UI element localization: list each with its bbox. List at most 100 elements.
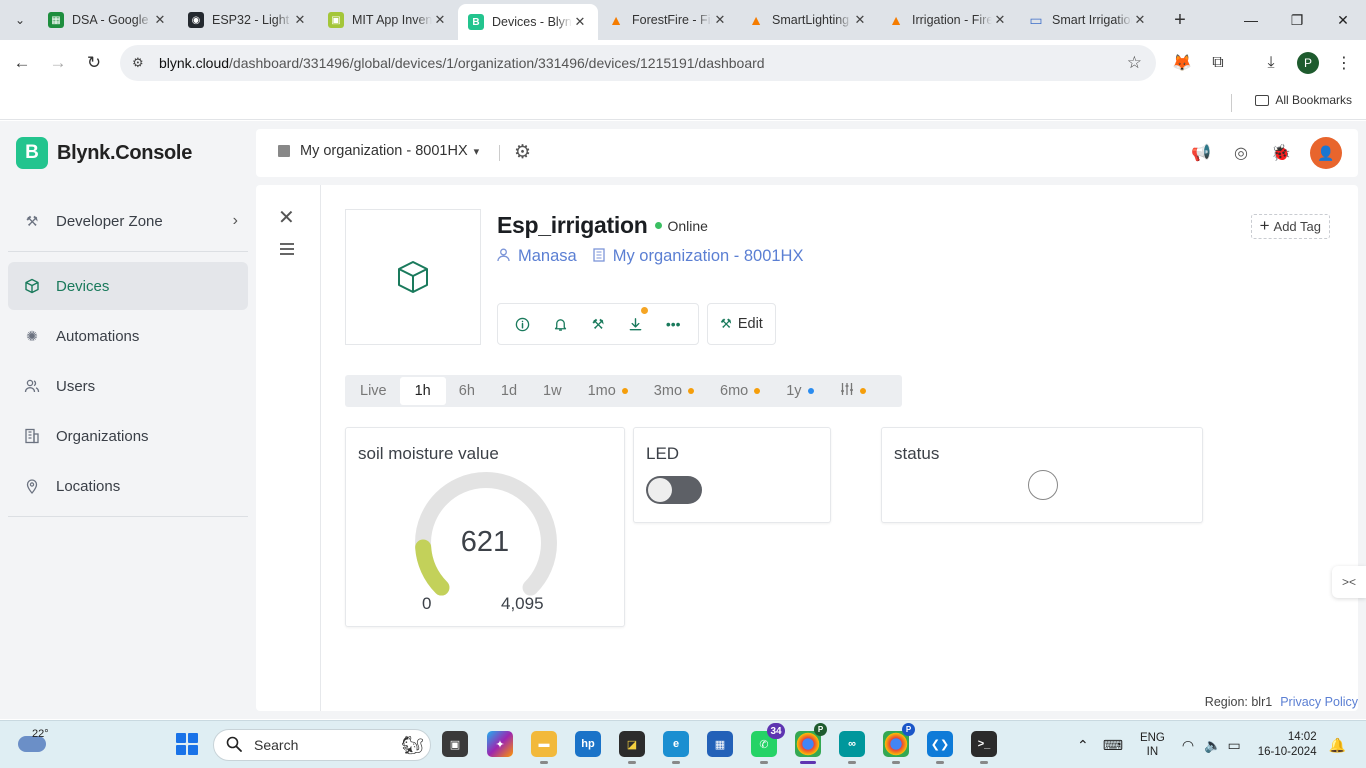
tools-icon[interactable]: ⚒ — [586, 312, 610, 336]
time-range-1y[interactable]: 1y — [773, 377, 826, 405]
sticky-notes-icon[interactable]: ◪ — [619, 731, 645, 764]
clock[interactable]: 14:02 16-10-2024 — [1258, 730, 1317, 760]
time-range-live[interactable]: Live — [347, 377, 400, 405]
sidebar-item-locations[interactable]: Locations — [8, 462, 248, 510]
battery-icon[interactable]: ▭ — [1228, 737, 1241, 754]
close-tab-icon[interactable]: ✕ — [432, 12, 448, 28]
all-bookmarks-button[interactable]: All Bookmarks — [1255, 93, 1352, 107]
organization-link[interactable]: My organization - 8001HX — [593, 247, 803, 266]
settings-icon[interactable]: ⚙ — [514, 141, 531, 164]
announcements-icon[interactable]: 📢 — [1190, 142, 1212, 164]
arduino-icon[interactable]: ∞ — [839, 731, 865, 764]
browser-tab[interactable]: ▣ MIT App Inventor ✕ — [318, 4, 458, 36]
profile-avatar[interactable]: P — [1297, 52, 1319, 74]
sidebar-item-automations[interactable]: ✺ Automations — [8, 312, 248, 360]
volume-icon[interactable]: 🔈 — [1204, 737, 1221, 754]
copilot-icon[interactable]: ✦ — [487, 731, 513, 757]
bell-icon[interactable] — [548, 312, 572, 336]
close-icon[interactable]: ✕ — [278, 205, 295, 230]
back-icon[interactable]: ← — [10, 51, 34, 75]
language-code: ENG — [1139, 732, 1165, 744]
restore-icon[interactable]: ❐ — [1274, 0, 1320, 40]
time-range-6mo[interactable]: 6mo — [707, 377, 773, 405]
close-tab-icon[interactable]: ✕ — [572, 14, 588, 30]
gauge-widget[interactable]: soil moisture value 621 0 4,095 — [345, 427, 625, 627]
download-icon[interactable] — [624, 307, 648, 336]
led-toggle[interactable] — [646, 476, 702, 504]
time-range-1d[interactable]: 1d — [488, 377, 530, 405]
wifi-icon[interactable]: ◠ — [1182, 737, 1194, 754]
close-tab-icon[interactable]: ✕ — [992, 12, 1008, 28]
extensions-icon[interactable]: ⧉ — [1206, 51, 1230, 75]
help-icon[interactable]: ◎ — [1230, 142, 1252, 164]
language-indicator[interactable]: ENG IN — [1140, 731, 1165, 759]
time-range-1h[interactable]: 1h — [399, 377, 446, 405]
notification-bell-icon[interactable]: 🔔 — [1329, 737, 1346, 754]
browser-tab[interactable]: ◉ ESP32 - Light ✕ — [178, 4, 318, 36]
custom-range-button[interactable] — [827, 377, 879, 405]
owner-link[interactable]: Manasa — [497, 247, 577, 266]
minimize-icon[interactable]: — — [1228, 0, 1274, 40]
time-range-6h[interactable]: 6h — [446, 377, 488, 405]
close-tab-icon[interactable]: ✕ — [152, 12, 168, 28]
info-icon[interactable] — [511, 312, 535, 336]
menu-icon[interactable] — [280, 243, 294, 258]
chrome-icon[interactable]: P — [795, 723, 827, 764]
user-avatar[interactable]: 👤 — [1310, 137, 1342, 169]
address-bar[interactable]: ⚙ blynk.cloud/dashboard/331496/global/de… — [120, 45, 1156, 81]
bookmark-star-icon[interactable]: ☆ — [1127, 53, 1142, 73]
time-range-1w[interactable]: 1w — [530, 377, 575, 405]
close-tab-icon[interactable]: ✕ — [712, 12, 728, 28]
forward-icon[interactable]: → — [46, 51, 70, 75]
browser-tab[interactable]: ▭ Smart Irrigation ✕ — [1018, 4, 1158, 36]
browser-tab-active[interactable]: B Devices - Blynk ✕ — [458, 4, 598, 40]
tab-search-button[interactable]: ⌄ — [8, 8, 32, 32]
close-window-icon[interactable]: ✕ — [1320, 0, 1366, 40]
sidebar-item-devices[interactable]: Devices — [8, 262, 248, 310]
bug-report-icon[interactable]: 🐞 — [1270, 142, 1292, 164]
sidebar-item-organizations[interactable]: Organizations — [8, 412, 248, 460]
edit-button[interactable]: ⚒ Edit — [707, 303, 776, 345]
weather-widget[interactable]: 22° — [18, 728, 49, 758]
close-tab-icon[interactable]: ✕ — [292, 12, 308, 28]
edge-icon[interactable]: e — [663, 731, 689, 764]
collapse-panel-button[interactable]: >< — [1332, 566, 1366, 598]
sidebar-item-users[interactable]: Users — [8, 362, 248, 410]
browser-tab[interactable]: ▲ ForestFire - Firebase ✕ — [598, 4, 738, 36]
add-tag-button[interactable]: + Add Tag — [1250, 214, 1330, 239]
browser-tab[interactable]: ▲ Irrigation - Firebase ✕ — [878, 4, 1018, 36]
keyboard-icon[interactable]: ⌨ — [1103, 737, 1123, 754]
organization-selector[interactable]: My organization - 8001HX ▾ — [278, 143, 479, 159]
gauge-value: 621 — [460, 526, 510, 558]
more-icon[interactable]: ••• — [661, 312, 685, 336]
new-tab-button[interactable]: + — [1166, 6, 1194, 34]
sheets-icon: ▦ — [48, 12, 64, 28]
privacy-policy-link[interactable]: Privacy Policy — [1280, 695, 1358, 709]
terminal-icon[interactable]: >_ — [971, 731, 997, 764]
download-icon[interactable]: ⤓ — [1259, 51, 1283, 75]
browser-menu-icon[interactable]: ⋮ — [1332, 51, 1356, 75]
myhp-icon[interactable]: hp — [575, 731, 601, 757]
task-view-icon[interactable]: ▣ — [442, 731, 468, 757]
time-range-1mo[interactable]: 1mo — [575, 377, 641, 405]
close-tab-icon[interactable]: ✕ — [1132, 12, 1148, 28]
chrome-profile-icon[interactable]: P — [883, 723, 915, 764]
taskbar-search[interactable]: Search 🐿 — [213, 729, 431, 761]
sidebar-item-developer-zone[interactable]: ⚒ Developer Zone › — [8, 197, 248, 245]
store-icon[interactable]: ▦ — [707, 731, 733, 757]
brand[interactable]: B Blynk.Console — [16, 137, 192, 169]
browser-tab[interactable]: ▲ SmartLighting - Firebase ✕ — [738, 4, 878, 36]
metamask-icon[interactable]: 🦊 — [1170, 51, 1194, 75]
whatsapp-icon[interactable]: ✆ 34 — [751, 723, 785, 764]
divider — [320, 185, 321, 711]
site-info-icon[interactable]: ⚙ — [132, 55, 150, 71]
start-button[interactable] — [176, 733, 198, 755]
browser-tab[interactable]: ▦ DSA - Google Sheets ✕ — [38, 4, 178, 36]
vscode-icon[interactable]: ❮❯ — [927, 731, 953, 764]
close-tab-icon[interactable]: ✕ — [852, 12, 868, 28]
reload-icon[interactable]: ↻ — [82, 51, 106, 75]
sidebar-divider — [8, 251, 248, 252]
file-explorer-icon[interactable]: ▬ — [531, 731, 557, 764]
chevron-up-icon[interactable]: ⌃ — [1077, 737, 1089, 754]
time-range-3mo[interactable]: 3mo — [641, 377, 707, 405]
